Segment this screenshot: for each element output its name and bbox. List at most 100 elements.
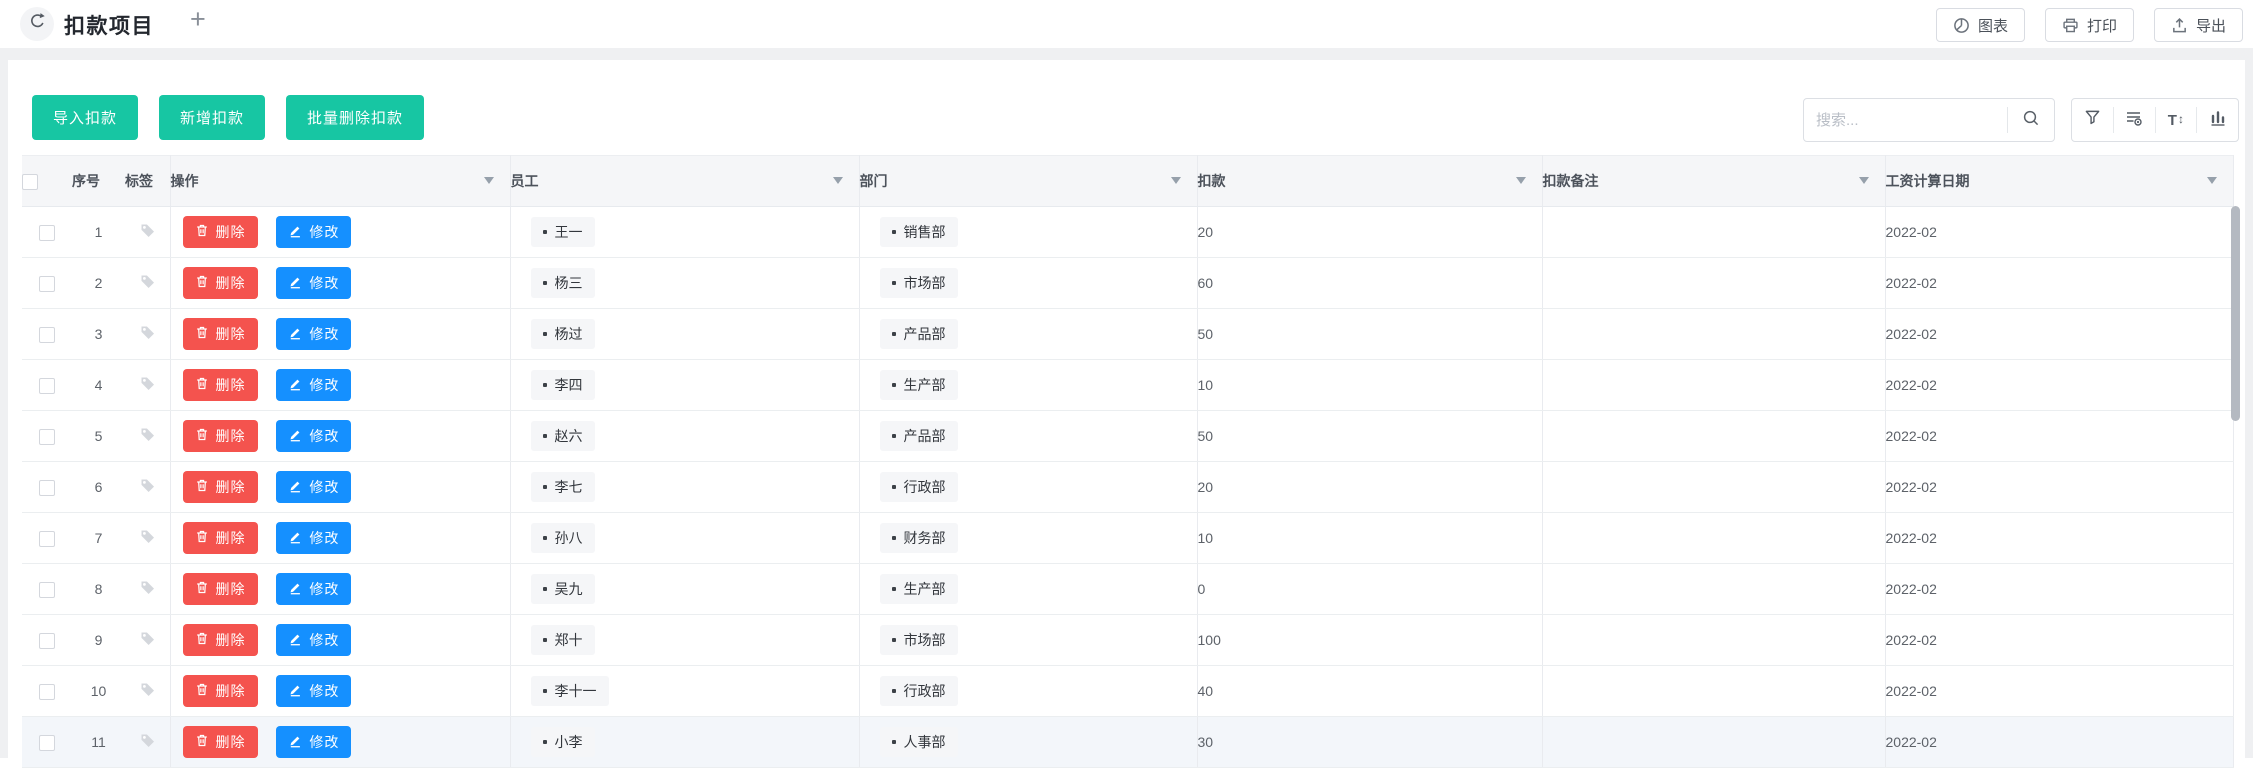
edit-button[interactable]: 修改 [276,471,352,503]
delete-button[interactable]: 删除 [182,267,258,299]
row-checkbox[interactable] [39,734,55,751]
row-checkbox[interactable] [39,581,55,598]
tag-icon[interactable] [139,477,156,497]
pencil-icon [288,325,302,343]
row-employee-cell: 李四 [510,359,860,411]
chip-dot [891,536,896,540]
header-amount: 扣款 [1197,155,1543,207]
export-button[interactable]: 导出 [2153,8,2243,42]
row-note [1542,461,1886,513]
row-tag-cell [125,308,171,360]
row-checkbox[interactable] [39,377,55,394]
employee-chip: 王一 [530,217,595,247]
delete-button[interactable]: 删除 [182,216,258,248]
row-employee-cell: 吴九 [510,563,860,615]
row-tag-cell [125,410,171,462]
row-date: 2022-02 [1885,512,2234,564]
filter-caret-amount[interactable] [1515,177,1526,189]
printer-icon [2062,17,2079,34]
search-input[interactable] [1804,111,2007,129]
delete-button-label: 删除 [215,530,246,546]
delete-button[interactable]: 删除 [182,318,258,350]
filter-caret-department[interactable] [1170,177,1181,189]
department-chip: 市场部 [879,625,958,655]
edit-button[interactable]: 修改 [276,267,352,299]
row-index: 4 [72,359,125,411]
vertical-scrollbar[interactable] [2231,206,2240,421]
delete-button[interactable]: 删除 [182,369,258,401]
tag-icon[interactable] [139,732,156,752]
row-actions-cell: 删除 修改 [170,461,511,513]
delete-button[interactable]: 删除 [182,675,258,707]
tag-icon[interactable] [139,222,156,242]
text-size-tool[interactable]: T ↕ [2154,107,2197,133]
batch-delete-button[interactable]: 批量删除扣款 [286,95,425,140]
import-deduction-button[interactable]: 导入扣款 [32,95,139,140]
chip-dot [542,332,547,336]
row-checkbox[interactable] [39,428,55,445]
edit-button[interactable]: 修改 [276,624,352,656]
chart-button[interactable]: 图表 [1935,8,2025,42]
filter-caret-note[interactable] [1858,177,1869,189]
row-checkbox[interactable] [39,479,55,496]
edit-button[interactable]: 修改 [276,369,352,401]
row-checkbox[interactable] [39,326,55,343]
filter-caret-date[interactable] [2206,177,2217,189]
chip-dot [891,230,896,234]
employee-name: 吴九 [554,581,583,597]
delete-button[interactable]: 删除 [182,522,258,554]
tag-icon[interactable] [139,630,156,650]
tag-icon[interactable] [139,528,156,548]
edit-button[interactable]: 修改 [276,726,352,758]
refresh-button[interactable] [20,7,54,41]
row-checkbox[interactable] [39,632,55,649]
print-button[interactable]: 打印 [2044,8,2134,42]
export-button-label: 导出 [2195,17,2226,35]
deduction-table: 序号 标签 操作 员工 部门 扣款 扣款备注 工资计算日期 1 删除 修改 王一… [22,155,2234,768]
employee-chip: 李七 [530,472,595,502]
header-amount-label: 扣款 [1197,173,1226,189]
delete-button[interactable]: 删除 [182,726,258,758]
add-tab-button[interactable]: + [190,4,206,35]
edit-button[interactable]: 修改 [276,216,352,248]
delete-button[interactable]: 删除 [182,420,258,452]
row-checkbox[interactable] [39,683,55,700]
tag-icon[interactable] [139,579,156,599]
column-chart-tool[interactable] [2196,107,2238,133]
edit-button[interactable]: 修改 [276,573,352,605]
employee-chip: 李四 [530,370,595,400]
filter-tool[interactable] [2072,107,2113,133]
search-icon [2022,109,2040,132]
edit-button[interactable]: 修改 [276,522,352,554]
edit-button[interactable]: 修改 [276,318,352,350]
delete-button-label: 删除 [215,683,246,699]
employee-name: 杨过 [554,326,583,342]
delete-button[interactable]: 删除 [182,573,258,605]
edit-button[interactable]: 修改 [276,675,352,707]
row-select-cell [22,257,72,309]
table-settings-tool[interactable] [2112,107,2155,133]
pencil-icon [288,682,302,700]
row-amount: 60 [1197,257,1543,309]
delete-button[interactable]: 删除 [182,624,258,656]
delete-button[interactable]: 删除 [182,471,258,503]
row-checkbox[interactable] [39,275,55,292]
row-checkbox[interactable] [39,224,55,241]
row-checkbox[interactable] [39,530,55,547]
search-submit[interactable] [2007,107,2054,133]
add-deduction-button[interactable]: 新增扣款 [159,95,266,140]
row-department-cell: 生产部 [859,359,1198,411]
tag-icon[interactable] [139,681,156,701]
select-all-checkbox[interactable] [22,173,38,190]
employee-name: 李十一 [554,683,597,699]
employee-name: 王一 [554,224,583,240]
tag-icon[interactable] [139,273,156,293]
tag-icon[interactable] [139,375,156,395]
row-date: 2022-02 [1885,614,2234,666]
filter-caret-actions[interactable] [483,177,494,189]
tag-icon[interactable] [139,426,156,446]
tag-icon[interactable] [139,324,156,344]
filter-caret-employee[interactable] [832,177,843,189]
row-actions-cell: 删除 修改 [170,257,511,309]
edit-button[interactable]: 修改 [276,420,352,452]
